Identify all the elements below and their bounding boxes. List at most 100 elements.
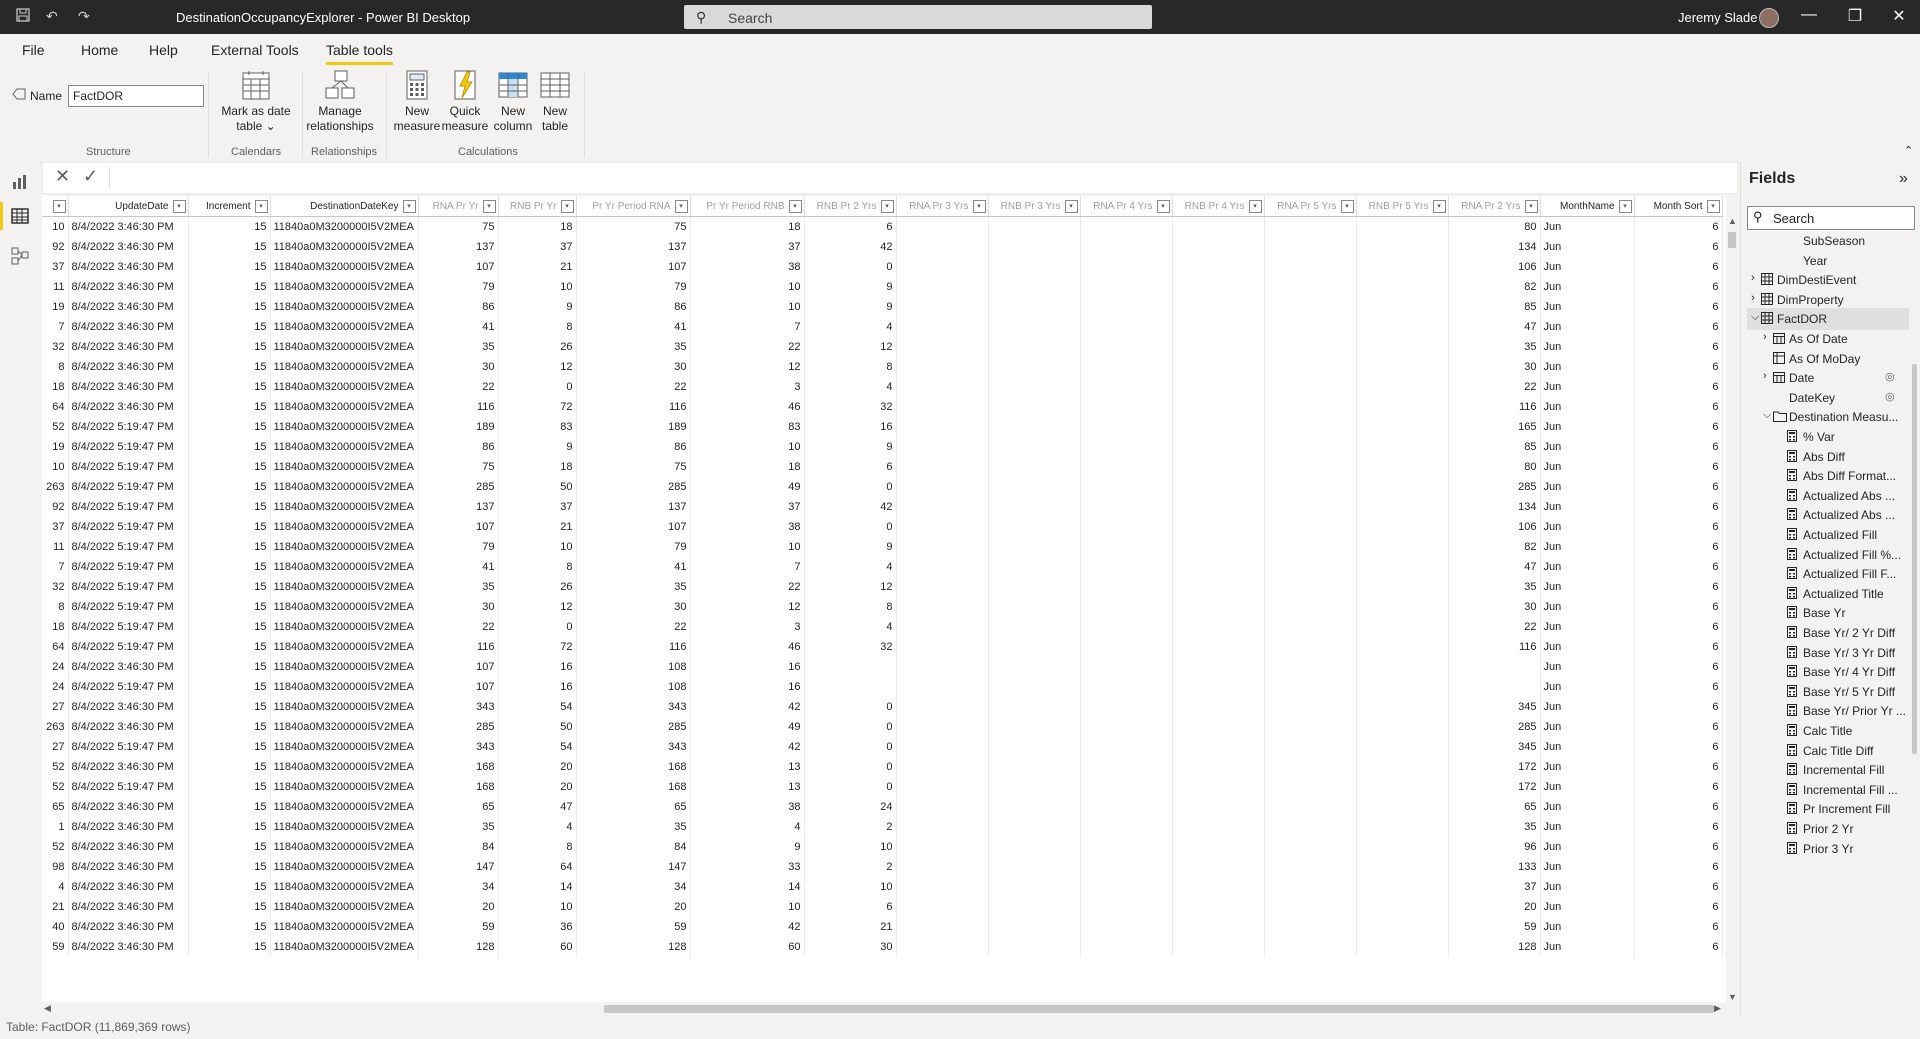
table-cell[interactable]: 64 <box>42 637 69 657</box>
table-cell[interactable]: 8/4/2022 5:19:47 PM <box>68 597 189 617</box>
table-cell[interactable]: 11840a0M3200000I5V2MEA <box>270 317 419 337</box>
table-cell[interactable] <box>1080 216 1173 237</box>
table-cell[interactable]: 11840a0M3200000I5V2MEA <box>270 717 419 737</box>
table-cell[interactable]: 8/4/2022 5:19:47 PM <box>68 677 189 697</box>
table-cell[interactable]: 8/4/2022 5:19:47 PM <box>68 577 189 597</box>
table-cell[interactable] <box>988 697 1081 717</box>
cancel-icon[interactable]: ✕ <box>55 166 70 187</box>
table-cell[interactable]: 168 <box>418 757 499 777</box>
collapse-pane-icon[interactable]: » <box>1899 170 1908 188</box>
table-row[interactable]: 92 8/4/2022 3:46:30 PM 15 11840a0M3200000I5… <box>42 237 1723 257</box>
table-cell[interactable] <box>1172 297 1265 317</box>
table-cell[interactable]: 11840a0M3200000I5V2MEA <box>270 477 419 497</box>
table-cell[interactable]: 6 <box>1634 297 1723 317</box>
vertical-scroll-thumb[interactable] <box>1728 232 1736 248</box>
table-cell[interactable]: 82 <box>1448 537 1541 557</box>
table-cell[interactable]: Jun <box>1540 897 1635 917</box>
table-cell[interactable]: 42 <box>690 917 805 937</box>
table-row[interactable]: 32 8/4/2022 3:46:30 PM 15 11840a0M3200000I5… <box>42 337 1723 357</box>
table-cell[interactable] <box>1080 337 1173 357</box>
table-cell[interactable]: 64 <box>42 397 69 417</box>
table-cell[interactable]: 75 <box>576 216 691 237</box>
table-cell[interactable] <box>896 557 989 577</box>
table-cell[interactable]: 345 <box>1448 737 1541 757</box>
table-cell[interactable] <box>1080 877 1173 897</box>
table-cell[interactable] <box>896 297 989 317</box>
table-cell[interactable] <box>1264 497 1357 517</box>
collapse-ribbon-icon[interactable]: ⌃ <box>1904 144 1913 157</box>
table-cell[interactable]: 35 <box>576 817 691 837</box>
table-cell[interactable]: 137 <box>576 497 691 517</box>
table-cell[interactable] <box>1080 637 1173 657</box>
table-cell[interactable]: 12 <box>690 357 805 377</box>
table-cell[interactable]: 15 <box>188 317 271 337</box>
table-cell[interactable] <box>1264 537 1357 557</box>
table-cell[interactable] <box>1172 497 1265 517</box>
table-cell[interactable]: 15 <box>188 677 271 697</box>
table-cell[interactable]: Jun <box>1540 437 1635 457</box>
table-row[interactable]: 52 8/4/2022 3:46:30 PM 15 11840a0M3200000I5… <box>42 757 1723 777</box>
table-cell[interactable]: 21 <box>804 917 897 937</box>
table-cell[interactable] <box>1080 617 1173 637</box>
column-filter-dropdown-icon[interactable]: ▾ <box>402 199 416 213</box>
table-cell[interactable]: 15 <box>188 737 271 757</box>
table-cell[interactable] <box>1172 657 1265 677</box>
table-cell[interactable]: 22 <box>1448 377 1541 397</box>
table-cell[interactable]: 6 <box>1634 337 1723 357</box>
table-cell[interactable] <box>896 937 989 957</box>
table-cell[interactable]: 80 <box>1448 216 1541 237</box>
table-cell[interactable]: 37 <box>42 517 69 537</box>
table-cell[interactable] <box>988 477 1081 497</box>
field-item[interactable]: Prior 3 Yr <box>1747 838 1909 860</box>
table-cell[interactable]: Jun <box>1540 837 1635 857</box>
table-cell[interactable]: 15 <box>188 537 271 557</box>
table-cell[interactable]: 11840a0M3200000I5V2MEA <box>270 437 419 457</box>
table-cell[interactable]: 35 <box>418 817 499 837</box>
table-cell[interactable]: 8/4/2022 5:19:47 PM <box>68 457 189 477</box>
table-cell[interactable] <box>1172 317 1265 337</box>
table-cell[interactable]: 11840a0M3200000I5V2MEA <box>270 837 419 857</box>
table-cell[interactable]: 30 <box>576 357 691 377</box>
table-cell[interactable]: 189 <box>576 417 691 437</box>
table-cell[interactable]: 6 <box>1634 257 1723 277</box>
table-cell[interactable]: 147 <box>418 857 499 877</box>
column-header[interactable]: RNA Pr 4 Yrs ▾ <box>1080 196 1173 217</box>
table-cell[interactable]: 6 <box>1634 697 1723 717</box>
table-cell[interactable]: Jun <box>1540 617 1635 637</box>
table-cell[interactable]: 64 <box>498 857 577 877</box>
table-cell[interactable]: 6 <box>1634 837 1723 857</box>
column-header[interactable]: RNB Pr 4 Yrs ▾ <box>1172 196 1265 217</box>
table-cell[interactable] <box>896 337 989 357</box>
column-header[interactable]: ▾ <box>42 196 69 217</box>
table-cell[interactable] <box>988 297 1081 317</box>
horizontal-scroll-thumb[interactable] <box>604 1005 1714 1013</box>
table-cell[interactable]: 6 <box>1634 637 1723 657</box>
column-header[interactable]: Pr Yr Period RNA ▾ <box>576 196 691 217</box>
table-cell[interactable]: 343 <box>576 697 691 717</box>
table-cell[interactable] <box>1080 777 1173 797</box>
table-cell[interactable]: 35 <box>1448 337 1541 357</box>
table-cell[interactable]: 8/4/2022 3:46:30 PM <box>68 697 189 717</box>
table-cell[interactable]: 22 <box>418 617 499 637</box>
table-cell[interactable]: 8/4/2022 3:46:30 PM <box>68 216 189 237</box>
table-cell[interactable]: 0 <box>498 617 577 637</box>
table-cell[interactable]: 8/4/2022 3:46:30 PM <box>68 337 189 357</box>
table-cell[interactable]: 15 <box>188 216 271 237</box>
table-cell[interactable]: 6 <box>804 216 897 237</box>
table-row[interactable]: 40 8/4/2022 3:46:30 PM 15 11840a0M3200000I5… <box>42 917 1723 937</box>
table-cell[interactable]: 15 <box>188 817 271 837</box>
table-cell[interactable] <box>1080 897 1173 917</box>
table-cell[interactable] <box>1356 817 1449 837</box>
table-cell[interactable]: 42 <box>690 697 805 717</box>
table-cell[interactable]: 15 <box>188 437 271 457</box>
table-cell[interactable]: 285 <box>1448 477 1541 497</box>
table-cell[interactable] <box>988 717 1081 737</box>
table-cell[interactable] <box>1264 717 1357 737</box>
table-cell[interactable]: 11840a0M3200000I5V2MEA <box>270 517 419 537</box>
table-cell[interactable]: 22 <box>1448 617 1541 637</box>
table-cell[interactable]: 6 <box>804 897 897 917</box>
table-cell[interactable] <box>1264 837 1357 857</box>
table-cell[interactable]: 86 <box>576 297 691 317</box>
table-cell[interactable] <box>1172 257 1265 277</box>
table-cell[interactable]: 6 <box>1634 497 1723 517</box>
